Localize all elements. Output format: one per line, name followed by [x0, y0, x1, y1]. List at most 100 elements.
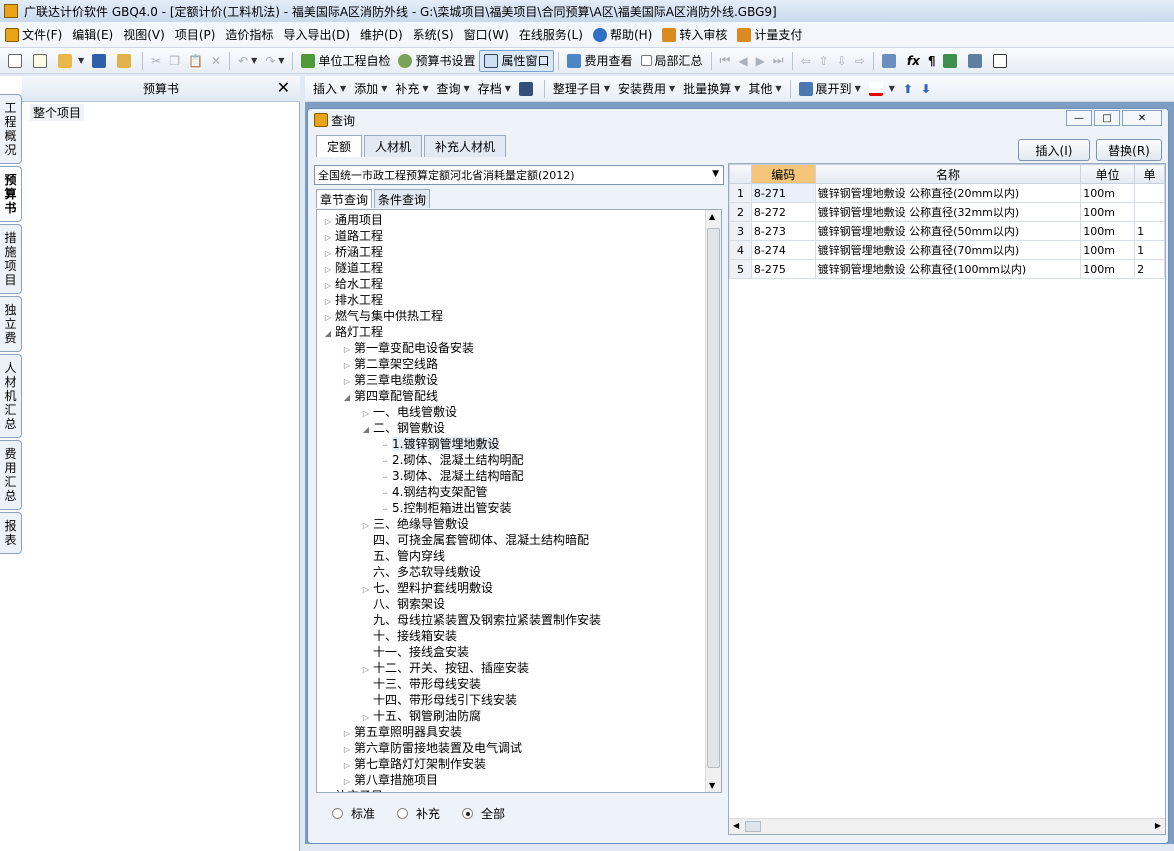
tree-node[interactable]: ▷ 第二章架空线路: [323, 356, 703, 372]
query-subtab-0[interactable]: 章节查询: [316, 189, 373, 208]
toolbar2-item-0[interactable]: 插入 ▼: [309, 78, 350, 100]
last-button[interactable]: ⏭: [769, 50, 788, 72]
menu-item-0[interactable]: 文件(F): [0, 24, 67, 46]
first-button[interactable]: ⏮: [716, 50, 735, 72]
tree-node[interactable]: ◢ 二、钢管敷设: [323, 420, 703, 436]
arrow-up-button[interactable]: ⇧: [815, 50, 833, 72]
table-row[interactable]: 5 8-275 镀锌钢管埋地敷设 公称直径(100mm以内) 100m 2: [729, 259, 1165, 279]
tree-node[interactable]: ▷ 第八章措施项目: [323, 772, 703, 788]
property-window-button[interactable]: 属性窗口: [479, 49, 555, 72]
tree-node[interactable]: ▷ 一、电线管敷设: [323, 404, 703, 420]
cell-unit[interactable]: 100m: [1080, 240, 1136, 260]
scroll-right-icon[interactable]: ▶: [1155, 821, 1161, 830]
close-icon[interactable]: ✕: [277, 78, 290, 97]
cell-code[interactable]: 8-271: [750, 183, 816, 203]
tree-node[interactable]: ▷ 道路工程: [323, 228, 703, 244]
scroll-thumb[interactable]: [745, 821, 761, 832]
menu-item-3[interactable]: 项目(P): [170, 24, 221, 46]
cell-name[interactable]: 镀锌钢管埋地敷设 公称直径(70mm以内): [814, 240, 1082, 260]
table-row[interactable]: 4 8-274 镀锌钢管埋地敷设 公称直径(70mm以内) 100m 1: [729, 240, 1165, 260]
arrow-left-button[interactable]: ⇦: [797, 50, 815, 72]
toolbar2-item-9[interactable]: 展开到 ▼: [795, 78, 865, 100]
menu-item-7[interactable]: 系统(S): [408, 24, 459, 46]
toolbar2-item-7[interactable]: 批量换算 ▼: [679, 78, 744, 100]
paint-bucket-button[interactable]: ▼: [865, 78, 899, 100]
tree-node[interactable]: 十三、带形母线安装: [323, 676, 703, 692]
tree-node[interactable]: 十一、接线盒安装: [323, 644, 703, 660]
menu-item-5[interactable]: 导入导出(D): [278, 24, 355, 46]
side-tab-2[interactable]: 措施项目: [0, 224, 22, 294]
cell-name[interactable]: 镀锌钢管埋地敷设 公称直径(32mm以内): [814, 202, 1082, 222]
toolbar2-item-4[interactable]: 存档 ▼: [474, 78, 515, 100]
grid-horizontal-scrollbar[interactable]: ◀ ▶: [729, 818, 1165, 834]
tree-node[interactable]: ▷ 第五章照明器具安装: [323, 724, 703, 740]
export-button[interactable]: [964, 50, 989, 72]
table-row[interactable]: 3 8-273 镀锌钢管埋地敷设 公称直径(50mm以内) 100m 1: [729, 221, 1165, 241]
cell-unit[interactable]: 100m: [1080, 221, 1136, 241]
menu-item-10[interactable]: 帮助(H): [588, 24, 657, 46]
new-project-button[interactable]: [29, 50, 54, 72]
cube-button[interactable]: [939, 50, 964, 72]
cell-n[interactable]: 2: [729, 202, 752, 222]
cell-name[interactable]: 镀锌钢管埋地敷设 公称直径(50mm以内): [814, 221, 1082, 241]
cell-code[interactable]: 8-275: [750, 259, 816, 279]
scroll-down-icon[interactable]: ▼: [709, 781, 715, 790]
formula-button[interactable]: fx: [903, 50, 924, 72]
menu-item-6[interactable]: 维护(D): [355, 24, 408, 46]
project-tree-root[interactable]: 整个项目: [30, 104, 85, 121]
cell-n[interactable]: 5: [729, 259, 752, 279]
cell-p[interactable]: [1134, 202, 1165, 222]
tree-node[interactable]: ▷ 第七章路灯灯架制作安装: [323, 756, 703, 772]
side-tab-5[interactable]: 费用汇总: [0, 440, 22, 510]
tree-node[interactable]: ▷ 七、塑料护套线明敷设: [323, 580, 703, 596]
tree-node[interactable]: ◢ 路灯工程: [323, 324, 703, 340]
tree-vertical-scrollbar[interactable]: ▲ ▼: [705, 210, 721, 792]
menu-item-4[interactable]: 造价指标: [220, 24, 278, 46]
list-button[interactable]: [989, 50, 1014, 72]
binoculars-button[interactable]: [515, 78, 540, 100]
cell-code[interactable]: 8-274: [750, 240, 816, 260]
fee-view-button[interactable]: 费用查看: [563, 50, 636, 72]
cell-n[interactable]: 4: [729, 240, 752, 260]
undo-button[interactable]: ↶ ▼: [234, 50, 261, 72]
next-button[interactable]: ▶: [752, 50, 769, 72]
column-header-name[interactable]: 名称: [814, 164, 1082, 184]
close-button[interactable]: ✕: [1122, 110, 1162, 126]
tree-node[interactable]: 十、接线箱安装: [323, 628, 703, 644]
tree-node[interactable]: 补充子目: [323, 788, 703, 792]
tree-node[interactable]: ▷ 给水工程: [323, 276, 703, 292]
side-tab-4[interactable]: 人材机汇总: [0, 354, 22, 438]
paragraph-button[interactable]: ¶: [924, 50, 940, 72]
tree-node[interactable]: ▷ 隧道工程: [323, 260, 703, 276]
cell-unit[interactable]: 100m: [1080, 259, 1136, 279]
tree-node[interactable]: 十四、带形母线引下线安装: [323, 692, 703, 708]
query-subtab-1[interactable]: 条件查询: [374, 189, 431, 208]
toolbar2-item-5[interactable]: 整理子目 ▼: [549, 78, 614, 100]
dialog-tab-2[interactable]: 补充人材机: [424, 135, 507, 157]
tree-node[interactable]: ▷ 十二、开关、按钮、插座安装: [323, 660, 703, 676]
tree-node[interactable]: 六、多芯软导线敷设: [323, 564, 703, 580]
tree-node[interactable]: ┄ 3.砌体、混凝土结构暗配: [323, 468, 703, 484]
toolbar2-item-1[interactable]: 添加 ▼: [350, 78, 391, 100]
delete-button[interactable]: ✕: [207, 50, 225, 72]
table-row[interactable]: 2 8-272 镀锌钢管埋地敷设 公称直径(32mm以内) 100m: [729, 202, 1165, 222]
cell-n[interactable]: 1: [729, 183, 752, 203]
toolbar2-item-3[interactable]: 查询 ▼: [433, 78, 474, 100]
menu-item-11[interactable]: 转入审核: [657, 24, 732, 46]
cell-p[interactable]: 1: [1134, 221, 1165, 241]
scroll-up-icon[interactable]: ▲: [709, 212, 715, 221]
filter-radio-1[interactable]: 补充: [397, 805, 440, 822]
open-button[interactable]: ▼: [54, 50, 88, 72]
cell-p[interactable]: 1: [1134, 240, 1165, 260]
cell-code[interactable]: 8-273: [750, 221, 816, 241]
tree-node[interactable]: ▷ 第六章防雷接地装置及电气调试: [323, 740, 703, 756]
filter-radio-0[interactable]: 标准: [332, 805, 375, 822]
tree-node[interactable]: ▷ 通用项目: [323, 212, 703, 228]
cell-name[interactable]: 镀锌钢管埋地敷设 公称直径(100mm以内): [814, 259, 1082, 279]
menu-item-2[interactable]: 视图(V): [118, 24, 170, 46]
tree-node[interactable]: 四、可挠金属套管砌体、混凝土结构暗配: [323, 532, 703, 548]
table-row[interactable]: 1 8-271 镀锌钢管埋地敷设 公称直径(20mm以内) 100m: [729, 183, 1165, 203]
scroll-thumb[interactable]: [707, 228, 720, 768]
cell-code[interactable]: 8-272: [750, 202, 816, 222]
save-button[interactable]: [88, 50, 113, 72]
